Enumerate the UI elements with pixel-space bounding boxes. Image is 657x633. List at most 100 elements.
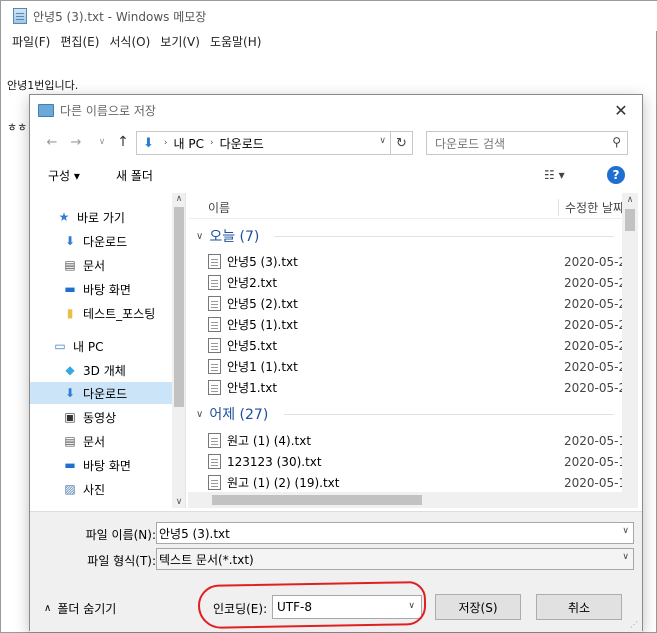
address-row: ← → ∨ ↑ ⬇ › 내 PC › 다운로드 ∨ ↻ 다운로드 검색 ⚲ [30, 129, 642, 157]
download-icon: ⬇ [143, 135, 154, 151]
chevron-right-icon[interactable]: › [210, 138, 214, 148]
chevron-down-icon[interactable]: ∨ [622, 526, 629, 536]
nav-item-downloads[interactable]: ⬇ 다운로드 [30, 230, 174, 252]
nav-item-desktop-pc[interactable]: ▬ 바탕 화면 [30, 454, 174, 476]
nav-item-label: 테스트_포스팅 [83, 306, 156, 321]
filetype-select[interactable]: 텍스트 문서(*.txt) ∨ [156, 548, 634, 570]
nav-item-this-pc[interactable]: ▭ 내 PC [30, 335, 174, 357]
nav-item-documents-pc[interactable]: ▤ 문서 [30, 430, 174, 452]
nav-item-label: 다운로드 [83, 234, 128, 249]
chevron-down-icon[interactable]: ∨ [379, 136, 386, 146]
dialog-title: 다른 이름으로 저장 [60, 103, 156, 118]
back-arrow-icon[interactable]: ← [42, 132, 62, 152]
breadcrumb-downloads[interactable]: 다운로드 [220, 135, 264, 152]
group-divider [274, 236, 614, 237]
file-row[interactable]: 안녕1 (1).txt 2020-05-2 [208, 356, 628, 377]
nav-item-pictures[interactable]: ▨ 사진 [30, 478, 174, 500]
nav-item-quick-access[interactable]: ★ 바로 가기 [30, 206, 174, 228]
scroll-up-icon[interactable]: ∧ [622, 195, 638, 205]
menu-view[interactable]: 보기(V) [155, 33, 205, 50]
group-yesterday[interactable]: ∨ 어제 (27) [196, 403, 268, 425]
nav-item-documents[interactable]: ▤ 문서 [30, 254, 174, 276]
view-options-icon[interactable]: ☷ ▾ [544, 168, 565, 182]
file-name: 안녕5.txt [227, 339, 278, 353]
new-folder-button[interactable]: 새 폴더 [116, 167, 153, 184]
address-bar[interactable]: ⬇ › 내 PC › 다운로드 ∨ ↻ [136, 131, 413, 155]
file-date: 2020-05-2 [564, 338, 627, 353]
nav-item-label: 바로 가기 [77, 210, 125, 225]
cube-icon: ◆ [65, 363, 75, 377]
scroll-thumb[interactable] [212, 495, 422, 505]
file-row[interactable]: 123123 (30).txt 2020-05-1 [208, 451, 628, 472]
organize-button[interactable]: 구성 ▾ [48, 167, 80, 184]
filename-value: 안녕5 (3).txt [159, 526, 230, 541]
cancel-button[interactable]: 취소 [536, 594, 622, 620]
search-icon[interactable]: ⚲ [612, 135, 621, 149]
scroll-thumb[interactable] [174, 207, 184, 407]
dialog-toolbar: 구성 ▾ 새 폴더 ☷ ▾ ? [30, 161, 642, 189]
folder-icon [38, 103, 54, 117]
nav-scrollbar[interactable]: ∧ ∨ [172, 193, 185, 508]
horizontal-scrollbar[interactable] [188, 492, 622, 508]
resize-grip-icon[interactable]: ⋰ [630, 620, 640, 630]
document-icon: ▤ [64, 258, 76, 272]
nav-item-label: 3D 개체 [83, 363, 126, 378]
file-row[interactable]: 안녕5 (2).txt 2020-05-2 [208, 293, 628, 314]
menu-help[interactable]: 도움말(H) [205, 33, 267, 50]
refresh-icon[interactable]: ↻ [390, 132, 412, 154]
file-date: 2020-05-2 [564, 317, 627, 332]
desktop-icon: ▬ [64, 282, 76, 296]
group-label: 오늘 (7) [209, 229, 260, 245]
video-icon: ▣ [64, 410, 76, 424]
up-arrow-icon[interactable]: ↑ [113, 132, 133, 152]
file-date: 2020-05-2 [564, 275, 627, 290]
group-today[interactable]: ∨ 오늘 (7) [196, 225, 259, 247]
recent-locations-chevron-icon[interactable]: ∨ [92, 132, 112, 152]
chevron-down-icon: ∨ [196, 408, 204, 420]
nav-item-desktop[interactable]: ▬ 바탕 화면 [30, 278, 174, 300]
file-row[interactable]: 안녕5 (1).txt 2020-05-2 [208, 314, 628, 335]
file-name: 안녕5 (1).txt [227, 318, 298, 332]
hide-folders-button[interactable]: ∧ 폴더 숨기기 [44, 600, 116, 617]
file-row[interactable]: 안녕5.txt 2020-05-2 [208, 335, 628, 356]
nav-item-downloads-pc[interactable]: ⬇ 다운로드 [30, 382, 174, 404]
nav-item-label: 문서 [83, 258, 106, 273]
save-as-dialog: 다른 이름으로 저장 ✕ ← → ∨ ↑ ⬇ › 내 PC › 다운로드 ∨ ↻… [29, 94, 643, 632]
text-file-icon [208, 380, 221, 395]
file-list-scrollbar[interactable]: ∧ [622, 193, 638, 508]
text-file-icon [208, 254, 221, 269]
document-icon: ▤ [64, 434, 76, 448]
chevron-down-icon[interactable]: ∨ [622, 552, 629, 562]
file-row[interactable]: 안녕2.txt 2020-05-2 [208, 272, 628, 293]
chevron-right-icon[interactable]: › [164, 138, 168, 148]
filename-input[interactable]: 안녕5 (3).txt ∨ [156, 522, 634, 544]
save-button[interactable]: 저장(S) [435, 594, 521, 620]
close-button[interactable]: ✕ [610, 99, 632, 121]
menu-format[interactable]: 서식(O) [104, 33, 155, 50]
nav-item-label: 동영상 [83, 410, 117, 425]
help-icon[interactable]: ? [607, 166, 625, 184]
red-highlight-annotation [197, 581, 427, 629]
nav-item-3d-objects[interactable]: ◆ 3D 개체 [30, 359, 174, 381]
breadcrumb-this-pc[interactable]: 내 PC [174, 135, 204, 152]
menu-edit[interactable]: 편집(E) [55, 33, 104, 50]
nav-item-label: 문서 [83, 434, 106, 449]
file-row[interactable]: 원고 (1) (2) (19).txt 2020-05-1 [208, 472, 628, 493]
pc-icon: ▭ [54, 339, 66, 353]
text-file-icon [208, 296, 221, 311]
column-name[interactable]: 이름 [208, 199, 230, 216]
scroll-down-icon[interactable]: ∨ [172, 496, 185, 508]
forward-arrow-icon[interactable]: → [66, 132, 86, 152]
menu-file[interactable]: 파일(F) [7, 33, 55, 50]
search-input[interactable]: 다운로드 검색 ⚲ [426, 131, 628, 155]
column-date-modified[interactable]: 수정한 날짜 [558, 199, 624, 216]
nav-item-test-posting[interactable]: ▮ 테스트_포스팅 [30, 302, 174, 324]
file-row[interactable]: 원고 (1) (4).txt 2020-05-1 [208, 430, 628, 451]
navigation-pane: ★ 바로 가기 ⬇ 다운로드 ▤ 문서 ▬ 바탕 화면 ▮ 테스트_포스팅 ▭ … [30, 193, 186, 508]
file-row[interactable]: 안녕1.txt 2020-05-2 [208, 377, 628, 398]
file-row[interactable]: 안녕5 (3).txt 2020-05-2 [208, 251, 628, 272]
scroll-thumb[interactable] [625, 209, 635, 231]
scroll-up-icon[interactable]: ∧ [172, 193, 185, 205]
column-header: 이름 수정한 날짜 [188, 193, 638, 219]
nav-item-videos[interactable]: ▣ 동영상 [30, 406, 174, 428]
